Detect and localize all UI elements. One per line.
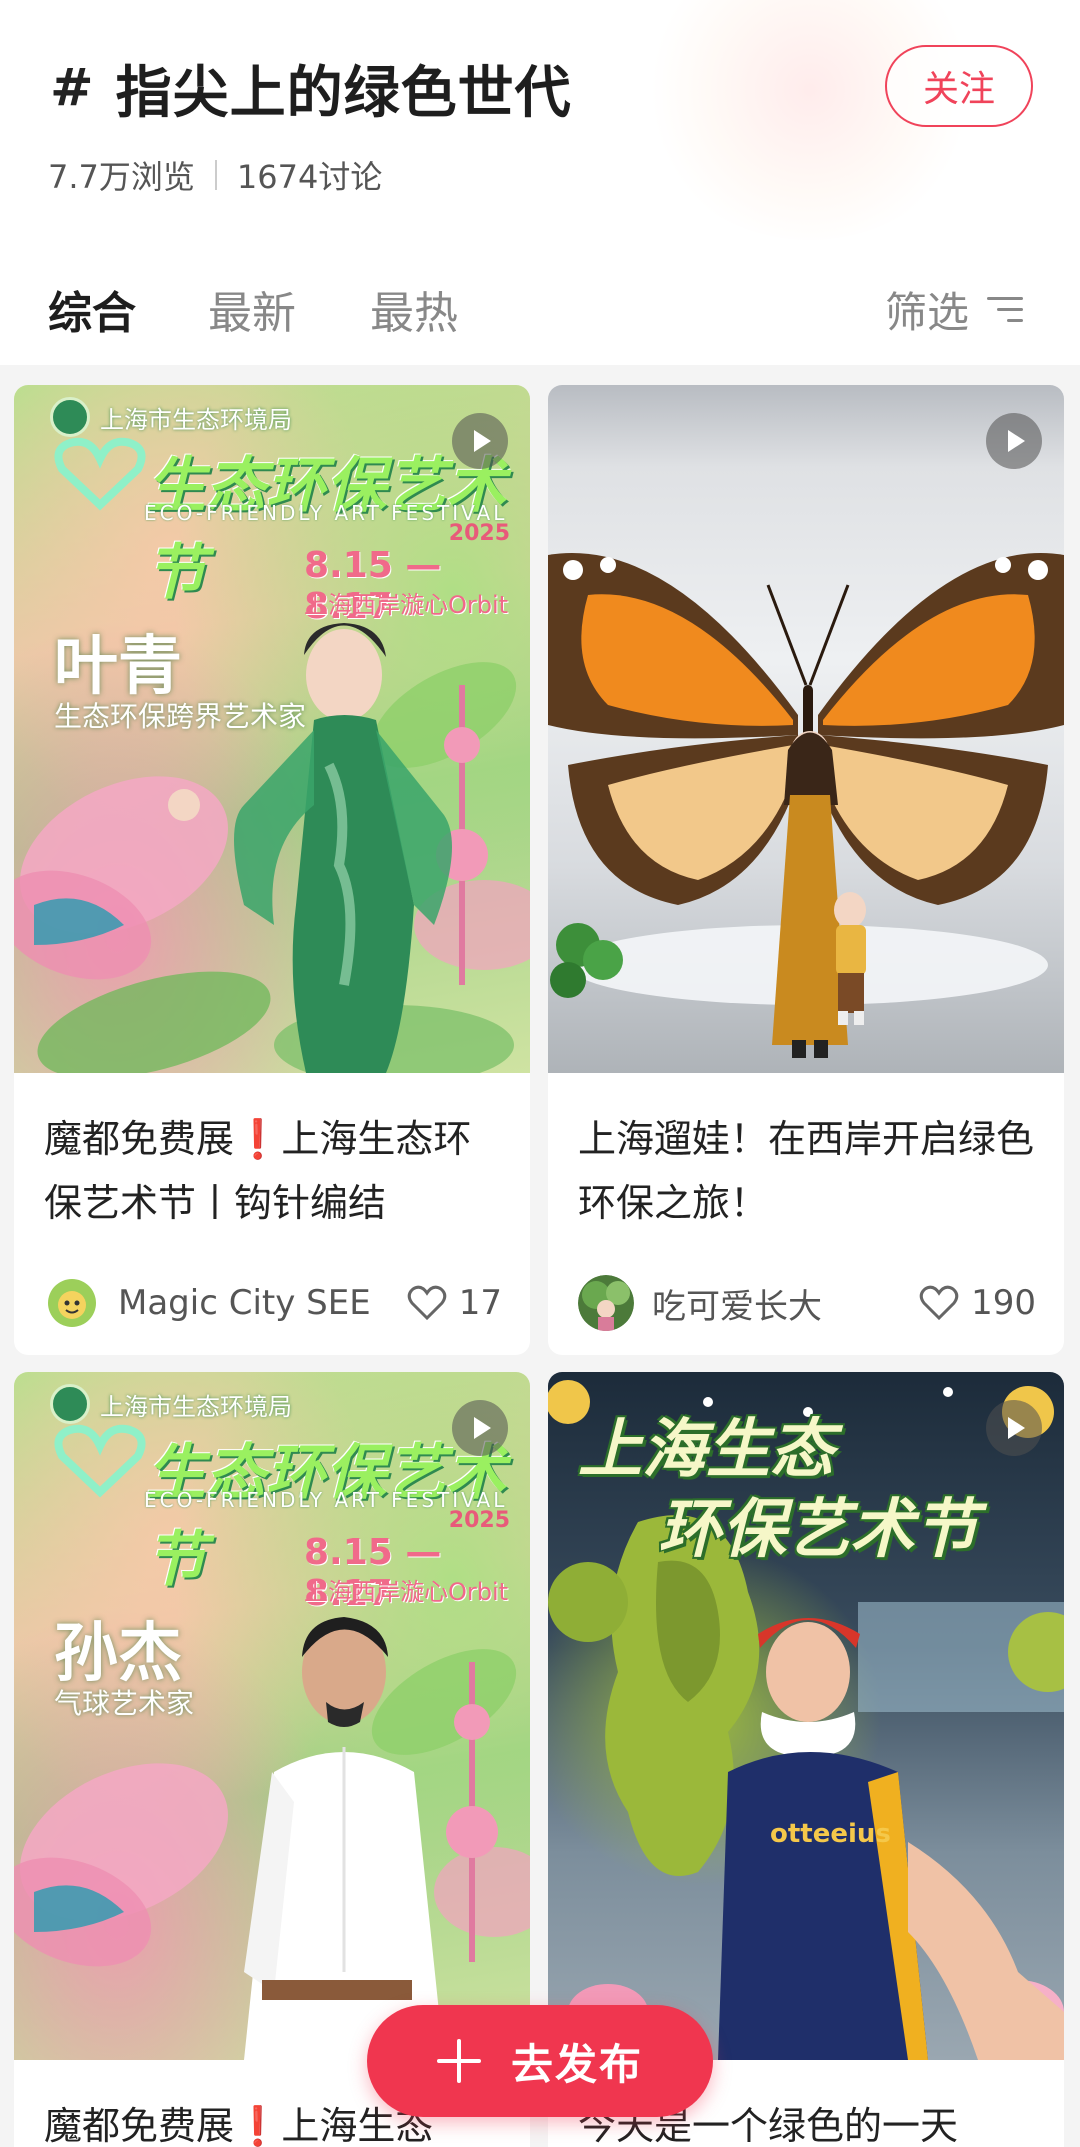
overlay-title-line2: 环保艺术节 <box>658 1493 978 1567</box>
tab-hottest[interactable]: 最热 <box>370 277 458 341</box>
artist-name: 叶青 <box>54 630 182 704</box>
seal-icon <box>50 1384 90 1424</box>
tab-bar: 综合 最新 最热 筛选 <box>0 255 1080 365</box>
poster-organization: 上海市生态环境局 <box>50 1384 292 1424</box>
heart-logo-icon <box>54 1424 146 1498</box>
topic-stats: 7.7万浏览 1674讨论 <box>48 152 382 198</box>
stat-divider <box>214 160 217 190</box>
play-icon <box>986 1400 1042 1456</box>
exclamation-icon: ❗ <box>234 2104 282 2147</box>
festival-poster: 上海市生态环境局 生态环保艺术节 ECO-FRIENDLY ART FESTIV… <box>14 1372 530 2060</box>
artist-role: 生态环保跨界艺术家 <box>54 700 307 733</box>
post-title: 上海遛娃！在西岸开启绿色环保之旅！ <box>578 1117 1035 1225</box>
tab-comprehensive[interactable]: 综合 <box>48 277 136 341</box>
post-title: 魔都免费展❗上海生态环保艺术节丨钩针编结 <box>44 1117 472 1225</box>
hashtag-icon: # <box>50 58 94 118</box>
topic-title: 指尖上的绿色世代 <box>115 60 572 126</box>
exclamation-icon: ❗ <box>234 1117 282 1161</box>
author-name[interactable]: Magic City SEE <box>118 1283 407 1323</box>
festival-year: 2025 <box>448 521 510 546</box>
filter-icon <box>987 295 1024 325</box>
author-name[interactable]: 吃可爱长大 <box>652 1279 919 1328</box>
festival-venue: 上海西岸漩心Orbit <box>304 591 509 619</box>
avatar[interactable] <box>44 1275 100 1331</box>
post-cover-image[interactable]: 上海市生态环境局 生态环保艺术节 ECO-FRIENDLY ART FESTIV… <box>14 385 530 1073</box>
post-meta: Magic City SEE 17 <box>44 1273 502 1333</box>
post-meta: 吃可爱长大 190 <box>578 1273 1036 1333</box>
post-cover-image[interactable]: otteeius 上海生态 环保艺术节 <box>548 1372 1064 2060</box>
filter-button[interactable]: 筛选 <box>885 279 1024 340</box>
post-card[interactable]: 上海市生态环境局 生态环保艺术节 ECO-FRIENDLY ART FESTIV… <box>14 385 530 1355</box>
post-cover-image[interactable] <box>548 385 1064 1073</box>
festival-year: 2025 <box>448 1508 510 1533</box>
festival-venue: 上海西岸漩心Orbit <box>304 1578 509 1606</box>
like-count: 190 <box>971 1283 1036 1323</box>
butterfly-photo <box>548 553 1064 1058</box>
artist-name: 孙杰 <box>54 1617 182 1691</box>
publish-button[interactable]: 去发布 <box>367 2005 713 2117</box>
play-icon <box>986 413 1042 469</box>
like-count: 17 <box>458 1283 502 1323</box>
artist-role: 气球艺术家 <box>54 1687 195 1720</box>
filter-label: 筛选 <box>885 288 970 337</box>
shirt-text: otteeius <box>770 1819 891 1849</box>
play-icon <box>452 413 508 469</box>
avatar[interactable] <box>578 1275 634 1331</box>
like-heart-icon[interactable] <box>919 1285 959 1321</box>
topic-title-row: # 指尖上的绿色世代 <box>50 48 572 128</box>
heart-logo-icon <box>54 437 146 511</box>
plus-icon <box>436 2039 481 2083</box>
publish-label: 去发布 <box>510 2039 643 2089</box>
poster-organization: 上海市生态环境局 <box>50 397 292 437</box>
topic-header: # 指尖上的绿色世代 关注 7.7万浏览 1674讨论 <box>0 0 1080 255</box>
view-count: 7.7万浏览 <box>48 158 195 196</box>
follow-button[interactable]: 关注 <box>885 45 1033 127</box>
seal-icon <box>50 397 90 437</box>
post-card[interactable]: 上海遛娃！在西岸开启绿色环保之旅！ 吃可爱长大 190 <box>548 385 1064 1355</box>
discussion-count: 1674讨论 <box>236 158 383 196</box>
like-heart-icon[interactable] <box>407 1285 447 1321</box>
overlay-title-line1: 上海生态 <box>578 1413 834 1487</box>
festival-poster: 上海市生态环境局 生态环保艺术节 ECO-FRIENDLY ART FESTIV… <box>14 385 530 1073</box>
play-icon <box>452 1400 508 1456</box>
post-cover-image[interactable]: 上海市生态环境局 生态环保艺术节 ECO-FRIENDLY ART FESTIV… <box>14 1372 530 2060</box>
tab-latest[interactable]: 最新 <box>208 277 296 341</box>
